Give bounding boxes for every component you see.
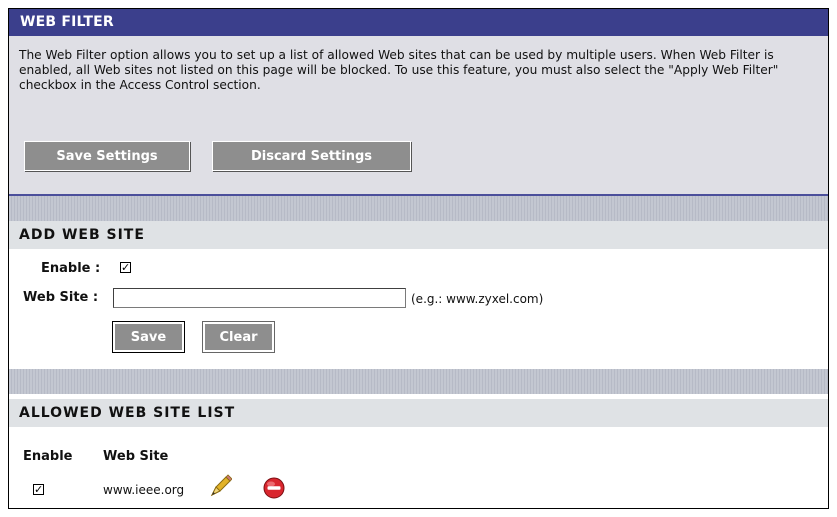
section-divider: [9, 369, 828, 394]
web-filter-title: WEB FILTER: [9, 9, 828, 36]
row-web-site: www.ieee.org: [103, 483, 185, 497]
delete-icon[interactable]: [263, 477, 285, 499]
allowed-list-title: ALLOWED WEB SITE LIST: [9, 399, 828, 427]
save-settings-button[interactable]: Save Settings: [24, 141, 190, 171]
enable-checkbox[interactable]: ✓: [120, 262, 131, 273]
web-site-input[interactable]: [113, 288, 406, 308]
web-site-example-hint: (e.g.: www.zyxel.com): [411, 292, 544, 306]
section-divider: [9, 196, 828, 221]
save-button[interactable]: Save: [112, 321, 185, 353]
clear-button[interactable]: Clear: [202, 321, 275, 353]
row-enable-checkbox[interactable]: ✓: [33, 484, 44, 495]
discard-settings-button[interactable]: Discard Settings: [212, 141, 411, 171]
column-header-web-site: Web Site: [103, 449, 169, 464]
enable-label: Enable :: [41, 261, 101, 276]
edit-pencil-icon[interactable]: [208, 473, 232, 499]
web-filter-panel: WEB FILTER The Web Filter option allows …: [8, 8, 829, 509]
web-site-label: Web Site :: [23, 290, 99, 305]
column-header-enable: Enable: [23, 449, 73, 464]
web-filter-description: The Web Filter option allows you to set …: [19, 48, 779, 92]
add-web-site-title: ADD WEB SITE: [9, 221, 828, 249]
